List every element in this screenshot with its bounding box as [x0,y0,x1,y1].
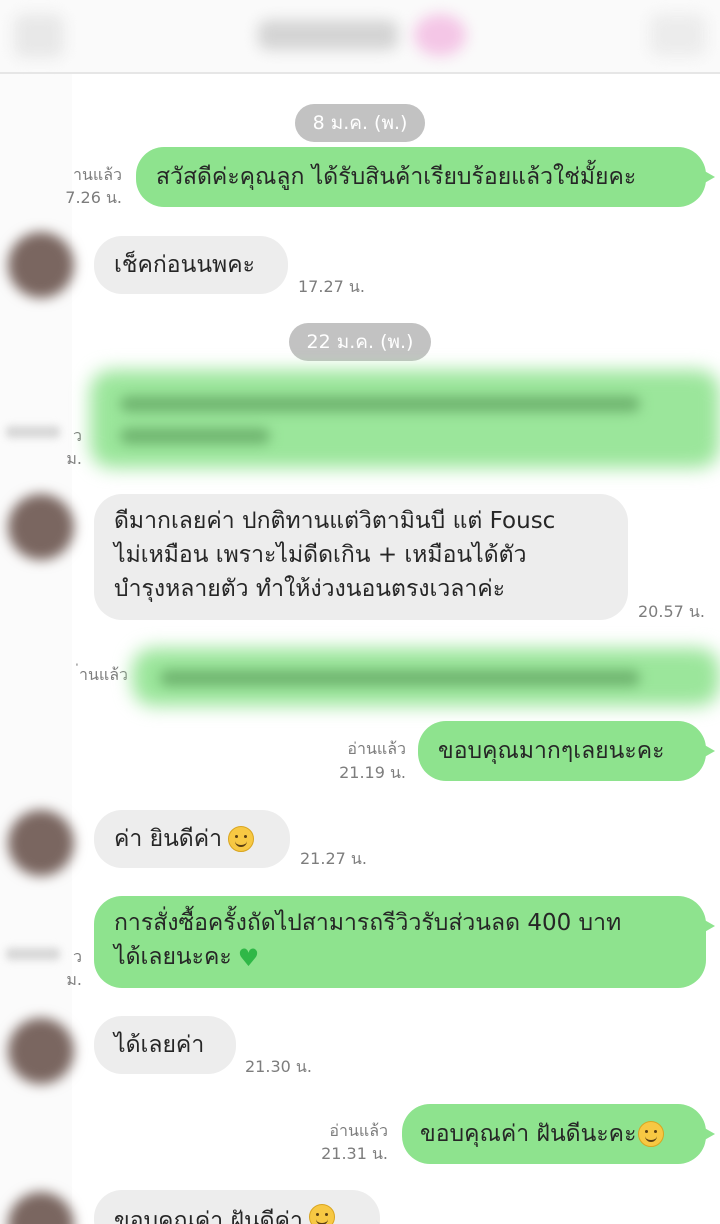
message-bubble-incoming[interactable]: ขอบคุณค่า ฝันดีค่า [94,1190,380,1224]
message-text: เช็คก่อนนพคะ [114,252,255,278]
back-button[interactable] [14,14,64,58]
message-text: ได้เลยค่า [114,1032,205,1058]
message-text: ได้เลยนะคะ [114,944,232,970]
message-bubble-outgoing-blurred[interactable] [90,370,720,468]
message-text: สวัสดีค่ะคุณลูก ได้รับสินค้าเรียบร้อยแล้… [156,164,637,190]
menu-icon[interactable] [650,14,706,56]
blurred-text-line [120,396,640,412]
green-heart-emoji: ♥ [237,943,260,972]
message-text-line: ไม่เหมือน เพราะไม่ดีดเกิน + เหมือนได้ตัว [114,542,527,568]
message-bubble-incoming[interactable]: เช็คก่อนนพคะ [94,236,288,294]
smiling-face-emoji [228,826,255,852]
message-text: ขอบคุณมากๆเลยนะคะ [438,738,665,764]
message-text-line: การสั่งซื้อครั้งถัดไปสามารถรีวิวรับส่วนล… [114,910,622,936]
chat-title [258,20,398,50]
message-time: ม. [66,970,82,989]
contact-avatar[interactable] [8,232,74,298]
read-receipt-blurred [6,426,60,438]
message-text-line: ดีมากเลยค่า ปกติทานแต่วิตามินบี แต่ Fous… [114,508,556,534]
read-receipt: อ่านแล้ว [329,1121,388,1140]
message-time: 21.27 น. [300,849,367,868]
message-bubble-outgoing[interactable]: สวัสดีค่ะคุณลูก ได้รับสินค้าเรียบร้อยแล้… [136,147,715,207]
smiling-face-emoji [308,1204,335,1224]
smiling-face-emoji [638,1121,665,1147]
contact-avatar[interactable] [8,1018,74,1084]
date-separator: 8 ม.ค. (พ.) [295,104,425,142]
read-receipt-blurred [6,948,60,960]
message-text: ค่า ยินดีค่า [114,826,223,852]
read-receipt: ่านแล้ว [78,665,128,684]
message-time: 21.31 น. [321,1144,388,1163]
message-bubble-incoming[interactable]: ดีมากเลยค่า ปกติทานแต่วิตามินบี แต่ Fous… [94,494,628,620]
message-text-line: บำรุงหลายตัว ทำให้ง่วงนอนตรงเวลาค่ะ [114,576,506,602]
message-time: 20.57 น. [638,602,705,621]
message-time: 21.19 น. [339,763,406,782]
message-time: 17.27 น. [298,277,365,296]
message-time: 7.26 น. [65,188,122,207]
message-text-line: ได้เลยนะคะ ♥ [114,940,706,974]
message-bubble-outgoing[interactable]: ขอบคุณมากๆเลยนะคะ [418,721,715,781]
message-text: ขอบคุณค่า ฝันดีนะคะ [420,1121,637,1147]
chat-header [0,0,720,74]
read-receipt: อ่านแล้ว [347,739,406,758]
blurred-text-line [160,670,640,686]
read-receipt: านแล้ว [72,165,122,184]
message-bubble-outgoing[interactable]: ขอบคุณค่า ฝันดีนะคะ [402,1104,715,1164]
message-time: ม. [66,449,82,468]
message-bubble-incoming[interactable]: ค่า ยินดีค่า [94,810,290,868]
message-bubble-incoming[interactable]: ได้เลยค่า [94,1016,236,1074]
message-bubble-outgoing[interactable]: การสั่งซื้อครั้งถัดไปสามารถรีวิวรับส่วนล… [94,896,715,988]
message-time: 21.30 น. [245,1057,312,1076]
contact-avatar[interactable] [8,494,74,560]
contact-avatar[interactable] [8,810,74,876]
blurred-text-line [120,428,270,444]
date-separator: 22 ม.ค. (พ.) [289,323,431,361]
message-text: ขอบคุณค่า ฝันดีค่า [114,1208,303,1224]
verified-badge-icon [414,14,466,56]
